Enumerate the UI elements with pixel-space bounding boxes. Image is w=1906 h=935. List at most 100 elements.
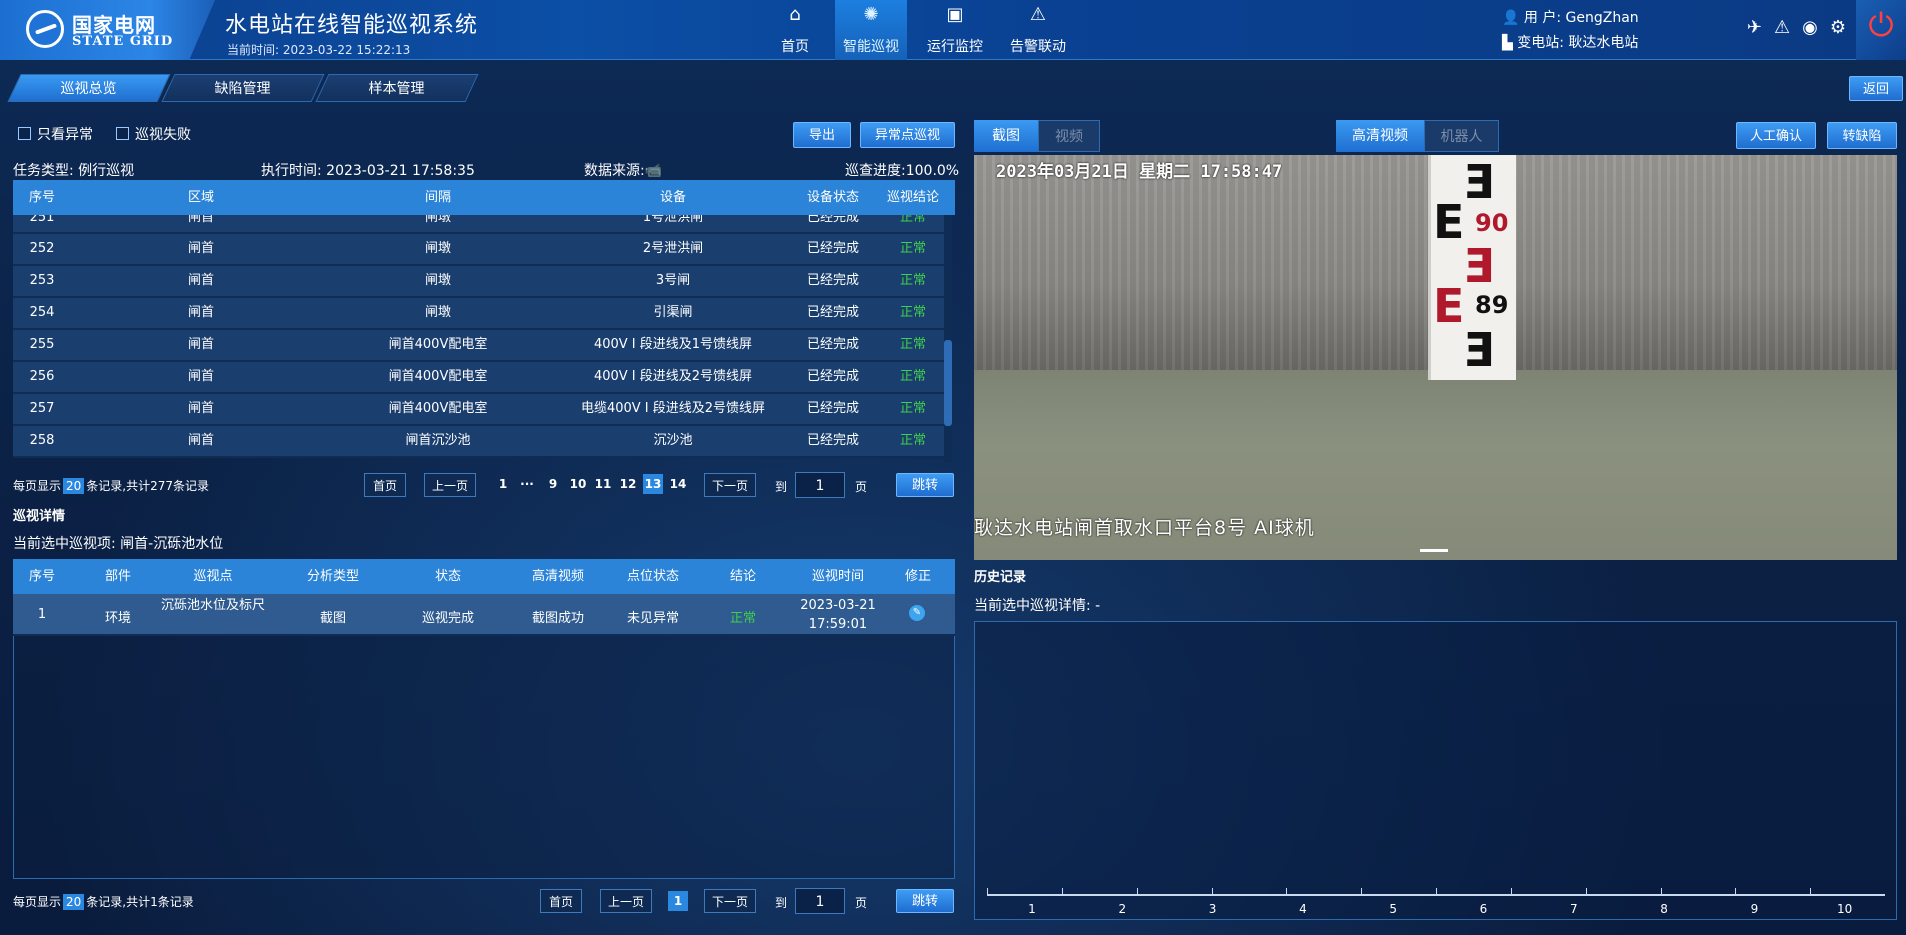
edit-icon[interactable]: ✎ [909, 605, 925, 621]
satellite-icon[interactable]: ✈ [1747, 17, 1762, 38]
gauge-number: 89 [1475, 291, 1509, 319]
jump-button[interactable]: 跳转 [896, 473, 954, 497]
timeline-tick [987, 888, 988, 896]
state-grid-logo-icon [26, 10, 64, 48]
table-row[interactable]: 255 闸首 闸首400V配电室 400V I 段进线及1号馈线屏 已经完成 正… [13, 330, 944, 362]
nav-run-monitor[interactable]: ▣ 运行监控 [920, 0, 990, 60]
user-label: 用 户: [1523, 10, 1562, 26]
detail-row[interactable]: 1 环境 沉砾池水位及标尺 截图 巡视完成 截图成功 未见异常 正常 2023-… [13, 594, 955, 636]
page-ellipsis[interactable]: ··· [517, 474, 537, 494]
tab-defect-management[interactable]: 缺陷管理 [161, 74, 325, 102]
timeline-label: 5 [1389, 902, 1397, 916]
camera-snapshot: Ǝ E 90 Ǝ E 89 Ǝ 2023年03月21日 星期二 17:58:47… [974, 155, 1897, 560]
user-icon: 👤 [1502, 10, 1520, 26]
filter-failed-checkbox[interactable]: 巡视失败 [116, 124, 191, 144]
first-page-button[interactable]: 首页 [540, 889, 582, 913]
checkbox-icon [18, 127, 31, 140]
nav-smart-inspection[interactable]: ✺ 智能巡视 [835, 0, 907, 60]
back-button[interactable]: 返回 [1849, 76, 1903, 101]
nav-alarm-link-label: 告警联动 [1010, 39, 1066, 55]
page-number[interactable]: 11 [593, 474, 613, 494]
timeline-tick [1436, 888, 1437, 896]
prev-page-button[interactable]: 上一页 [600, 889, 652, 913]
nav-alarm-link[interactable]: ⚠ 告警联动 [1002, 0, 1074, 60]
manual-confirm-button[interactable]: 人工确认 [1736, 122, 1816, 149]
first-page-button[interactable]: 首页 [364, 473, 406, 497]
timeline-tick [1585, 888, 1587, 896]
timeline-label: 4 [1299, 902, 1307, 916]
timeline-label: 9 [1750, 902, 1759, 916]
page-size-value[interactable]: 20 [63, 478, 85, 494]
history-current: 当前选中巡视详情: - [974, 598, 1101, 614]
col-bay: 间隔 [424, 190, 451, 205]
table-row[interactable]: 251 闸首 闸墩 1号泄洪闸 已经完成 正常 [13, 215, 944, 234]
tab-hd-video[interactable]: 高清视频 [1336, 120, 1424, 152]
tab-sample-management[interactable]: 样本管理 [315, 74, 479, 102]
to-defect-button[interactable]: 转缺陷 [1827, 122, 1897, 149]
timeline-tick [1211, 888, 1213, 896]
logout-button[interactable]: ⏻ [1856, 0, 1906, 60]
water-level-gauge: Ǝ E 90 Ǝ E 89 Ǝ [1428, 155, 1516, 380]
export-button[interactable]: 导出 [793, 122, 851, 148]
filter-abnormal-checkbox[interactable]: 只看异常 [18, 124, 93, 144]
page-number[interactable]: 9 [543, 474, 563, 494]
tab-robot[interactable]: 机器人 [1424, 120, 1499, 152]
page-number-current[interactable]: 1 [668, 891, 688, 911]
task-table-body[interactable]: 251 闸首 闸墩 1号泄洪闸 已经完成 正常 252 闸首 闸墩 2号泄洪闸 … [13, 215, 944, 463]
settings-icon[interactable]: ⚙ [1830, 17, 1846, 38]
page-size-info-2: 每页显示 20 条记录,共计1条记录 [13, 894, 194, 910]
next-page-button[interactable]: 下一页 [704, 889, 756, 913]
camera-icon: 📹 [644, 163, 663, 179]
power-icon: ⏻ [1868, 6, 1894, 44]
table-row[interactable]: 257 闸首 闸首400V配电室 电缆400V I 段进线及2号馈线屏 已经完成… [13, 394, 944, 426]
cam-timestamp: 2023年03月21日 星期二 17:58:47 [996, 162, 1283, 182]
task-table-header: 序号 区域 间隔 设备 设备状态 巡视结论 [13, 180, 955, 215]
nav-smart-inspection-label: 智能巡视 [843, 39, 899, 55]
table-row[interactable]: 258 闸首 闸首沉沙池 沉沙池 已经完成 正常 [13, 426, 944, 458]
user-info: 👤 用 户: GengZhan [1502, 7, 1639, 27]
logo-text-en: STATE GRID [72, 34, 174, 49]
home-icon: ⌂ [789, 4, 801, 25]
page-size-info: 每页显示 20 条记录,共计277条记录 [13, 478, 210, 494]
page-number[interactable]: 14 [668, 474, 688, 494]
tab-inspection-overview[interactable]: 巡视总览 [7, 74, 171, 102]
page-number-current[interactable]: 13 [643, 474, 663, 494]
table-row[interactable]: 256 闸首 闸首400V配电室 400V I 段进线及2号馈线屏 已经完成 正… [13, 362, 944, 394]
carousel-indicator[interactable] [1420, 549, 1448, 552]
table-row[interactable]: 253 闸首 闸墩 3号闸 已经完成 正常 [13, 266, 944, 298]
tab-screenshot[interactable]: 截图 [974, 120, 1038, 152]
page-unit-label: 页 [855, 896, 868, 910]
alarm-icon: ⚠ [1029, 4, 1047, 25]
table-row[interactable]: 254 闸首 闸墩 引渠闸 已经完成 正常 [13, 298, 944, 330]
timeline-tick [1286, 888, 1288, 896]
exec-time: 执行时间: 2023-03-21 17:58:35 [261, 163, 475, 179]
page-number[interactable]: 1 [493, 474, 513, 494]
nav-home[interactable]: ⌂ 首页 [770, 0, 820, 60]
jump-button[interactable]: 跳转 [896, 889, 954, 913]
tab-video[interactable]: 视频 [1038, 120, 1100, 152]
history-title: 历史记录 [974, 570, 1027, 585]
timeline-label: 8 [1660, 902, 1668, 916]
page-number[interactable]: 10 [568, 474, 588, 494]
timeline-label: 1 [1028, 902, 1036, 916]
timeline-tick [1361, 888, 1363, 896]
warning-icon[interactable]: ⚠ [1774, 17, 1790, 38]
page-size-value[interactable]: 20 [63, 894, 85, 910]
table-scrollbar-thumb[interactable] [944, 340, 952, 426]
disc-icon[interactable]: ◉ [1802, 17, 1818, 38]
prev-page-button[interactable]: 上一页 [424, 473, 476, 497]
table-row[interactable]: 252 闸首 闸墩 2号泄洪闸 已经完成 正常 [13, 234, 944, 266]
timeline-label: 10 [1837, 902, 1853, 916]
next-page-button[interactable]: 下一页 [704, 473, 756, 497]
cam-label: 耿达水电站闸首取水口平台8号 AI球机 [974, 517, 1315, 539]
goto-label: 到 [775, 896, 788, 910]
page-jump-input[interactable]: 1 [795, 888, 845, 914]
user-name: GengZhan [1565, 10, 1639, 26]
page-number[interactable]: 12 [618, 474, 638, 494]
col-device-status: 设备状态 [806, 190, 859, 205]
abnormal-point-button[interactable]: 异常点巡视 [860, 122, 955, 148]
detail-current-item: 当前选中巡视项: 闸首-沉砾池水位 [13, 536, 224, 552]
detail-title: 巡视详情 [13, 509, 66, 524]
page-jump-input[interactable]: 1 [795, 472, 845, 498]
station-icon: ▙ [1502, 35, 1513, 51]
